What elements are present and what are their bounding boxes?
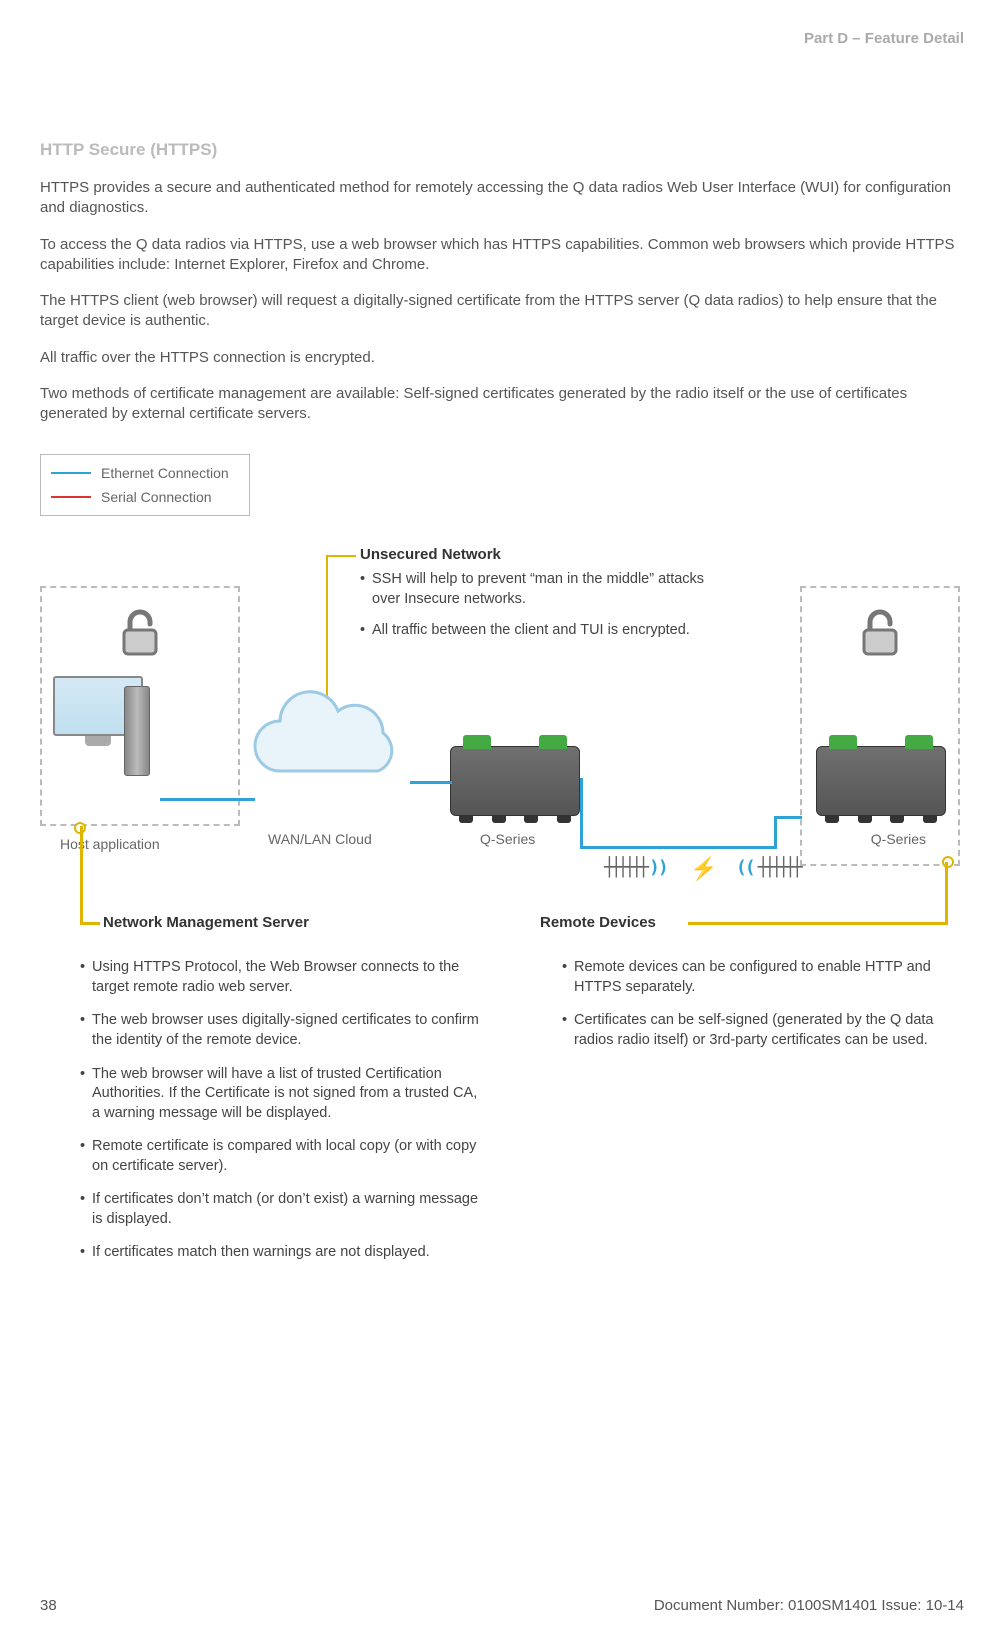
nms-title: Network Management Server — [103, 914, 309, 931]
nms-item-6: If certificates match then warnings are … — [80, 1243, 482, 1263]
intro-paragraph-2: To access the Q data radios via HTTPS, u… — [40, 235, 964, 276]
section-title: HTTP Secure (HTTPS) — [40, 140, 964, 160]
unsecured-title: Unsecured Network — [360, 546, 501, 563]
wireless-bolt-icon: ⚡ — [690, 856, 717, 882]
host-label: Host application — [60, 836, 160, 852]
remote-column: Remote devices can be configured to enab… — [532, 946, 964, 1277]
nms-item-1: Using HTTPS Protocol, the Web Browser co… — [80, 958, 482, 997]
intro-paragraph-1: HTTPS provides a secure and authenticate… — [40, 178, 964, 219]
remote-item-2: Certificates can be self-signed (generat… — [562, 1011, 964, 1050]
nms-item-3: The web browser will have a list of trus… — [80, 1065, 482, 1124]
remote-title: Remote Devices — [540, 914, 656, 931]
nms-item-4: Remote certificate is compared with loca… — [80, 1137, 482, 1176]
unsecured-item-2: All traffic between the client and TUI i… — [360, 621, 710, 641]
nms-leader-line — [80, 922, 100, 925]
intro-paragraph-3: The HTTPS client (web browser) will requ… — [40, 291, 964, 332]
nms-item-5: If certificates don’t match (or don’t ex… — [80, 1190, 482, 1229]
antenna-left-icon: ┼┼┼┼┼┼)) — [600, 852, 667, 882]
ethernet-wire-icon — [774, 816, 802, 819]
remote-device-box — [800, 586, 960, 866]
nms-list: Using HTTPS Protocol, the Web Browser co… — [80, 958, 482, 1263]
serial-line-icon — [51, 496, 91, 498]
legend-serial: Serial Connection — [51, 485, 239, 509]
intro-paragraph-4: All traffic over the HTTPS connection is… — [40, 348, 964, 368]
ethernet-wire-icon — [774, 816, 777, 849]
document-number: Document Number: 0100SM1401 Issue: 10-14 — [654, 1597, 964, 1614]
ethernet-wire-icon — [160, 798, 255, 801]
open-lock-icon — [850, 600, 910, 660]
antenna-right-icon: ((┼┼┼┼┼┼ — [736, 852, 803, 882]
unsecured-list: SSH will help to prevent “man in the mid… — [360, 570, 710, 653]
page-footer: 38 Document Number: 0100SM1401 Issue: 10… — [40, 1597, 964, 1614]
unsecured-item-1: SSH will help to prevent “man in the mid… — [360, 570, 710, 609]
q-series-radio-2-icon — [816, 746, 946, 816]
header-part-label: Part D – Feature Detail — [804, 30, 964, 47]
ethernet-line-icon — [51, 472, 91, 474]
nms-item-2: The web browser uses digitally-signed ce… — [80, 1011, 482, 1050]
cloud-label: WAN/LAN Cloud — [268, 831, 372, 847]
ethernet-wire-icon — [580, 778, 583, 848]
legend-ethernet-label: Ethernet Connection — [101, 465, 229, 481]
host-pc-icon — [48, 676, 148, 786]
remote-leader-line — [688, 922, 948, 925]
legend-serial-label: Serial Connection — [101, 489, 212, 505]
ethernet-wire-icon — [580, 846, 776, 849]
nms-leader-line — [80, 826, 83, 924]
remote-leader-line — [945, 862, 948, 924]
ethernet-wire-icon — [410, 781, 452, 784]
remote-leader-dot — [942, 856, 954, 868]
page-number: 38 — [40, 1597, 57, 1614]
q-series-radio-1-icon — [450, 746, 580, 816]
remote-list: Remote devices can be configured to enab… — [562, 958, 964, 1050]
network-diagram: Unsecured Network SSH will help to preve… — [40, 526, 960, 946]
open-lock-icon — [110, 600, 170, 660]
q-series-label-2: Q-Series — [871, 831, 926, 847]
remote-item-1: Remote devices can be configured to enab… — [562, 958, 964, 997]
intro-paragraph-5: Two methods of certificate management ar… — [40, 384, 964, 425]
cloud-icon — [240, 681, 420, 801]
legend-box: Ethernet Connection Serial Connection — [40, 454, 250, 516]
q-series-label-1: Q-Series — [480, 831, 535, 847]
nms-column: Using HTTPS Protocol, the Web Browser co… — [40, 946, 482, 1277]
legend-ethernet: Ethernet Connection — [51, 461, 239, 485]
